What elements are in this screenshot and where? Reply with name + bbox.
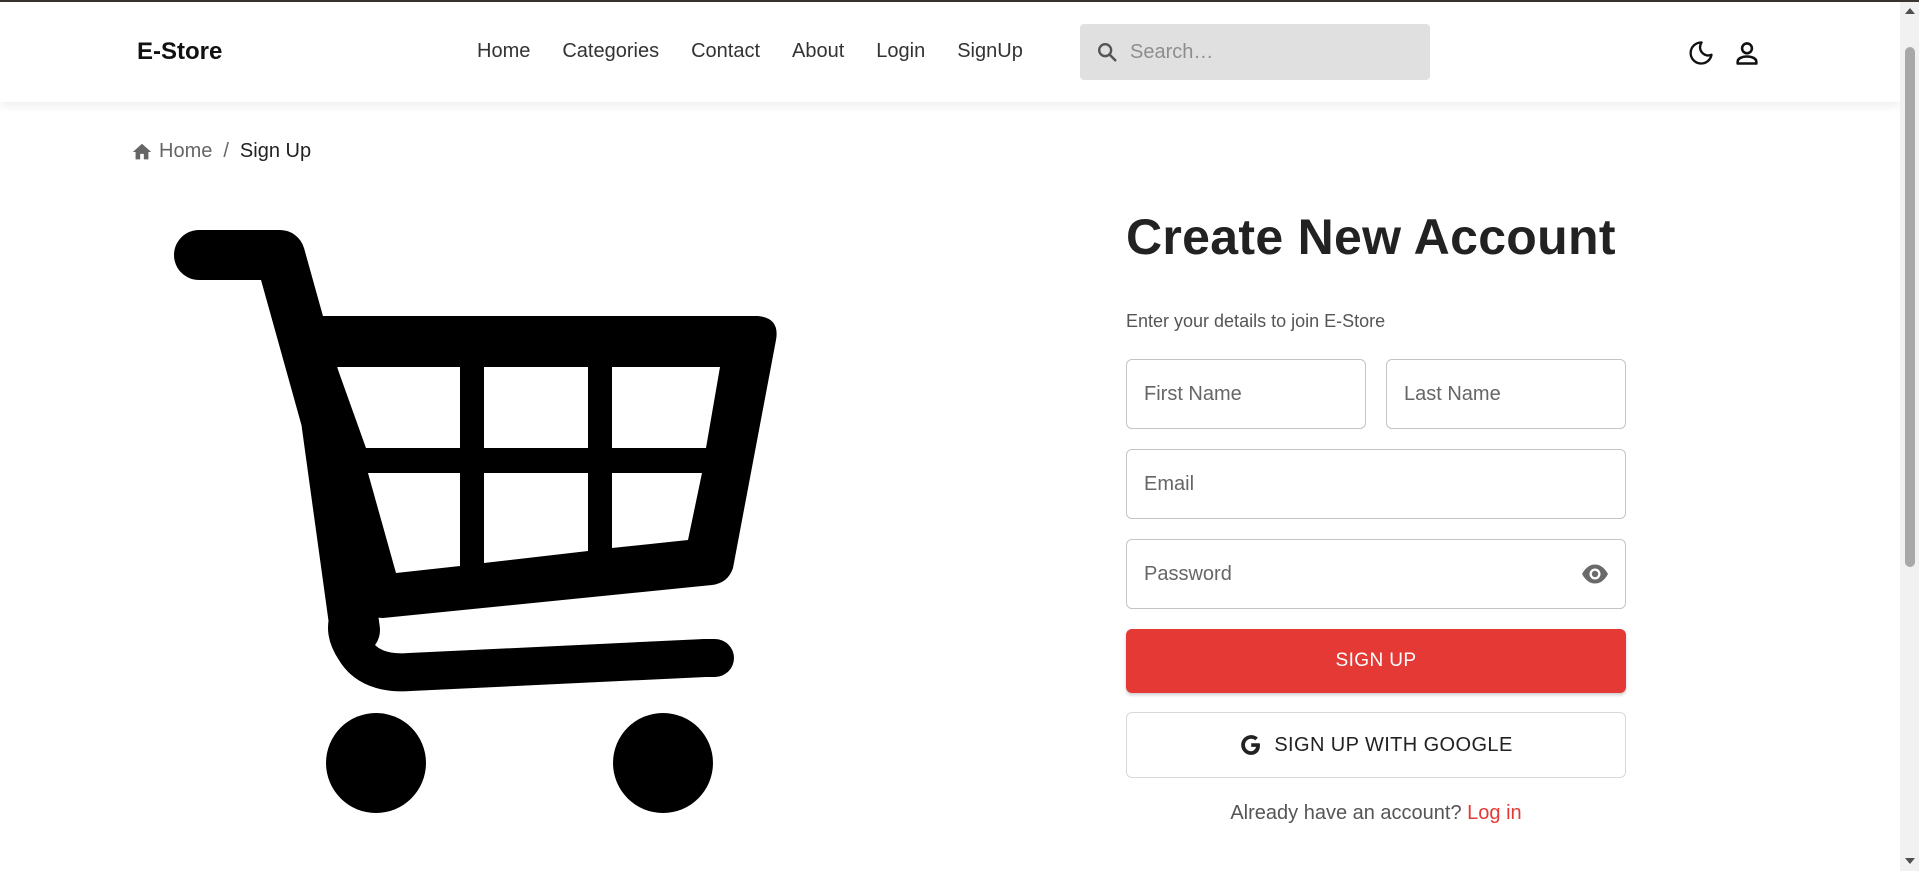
form-subtitle: Enter your details to join E-Store	[1126, 311, 1386, 331]
search-icon	[1098, 43, 1117, 62]
breadcrumb: Home / Sign Up	[131, 140, 311, 163]
nav-link-signup[interactable]: SignUp	[957, 40, 1023, 63]
hero-image	[160, 220, 800, 845]
nav-link-categories[interactable]: Categories	[562, 40, 659, 63]
breadcrumb-separator: /	[223, 140, 229, 162]
breadcrumb-current: Sign Up	[239, 140, 312, 162]
google-icon	[1241, 735, 1261, 755]
email-input[interactable]	[1127, 472, 1625, 496]
password-field[interactable]	[1126, 539, 1626, 609]
first-name-field[interactable]	[1126, 359, 1366, 429]
google-sign-up-label: SIGN UP WITH GOOGLE	[1274, 733, 1513, 756]
brand-logo[interactable]: E-Store	[137, 38, 222, 66]
search-input[interactable]	[1130, 40, 1410, 64]
nav-links: Home Categories Contact About Login Sign…	[477, 40, 1055, 63]
signup-form: Create New Account Enter your details to…	[1126, 208, 1626, 332]
nav-link-about[interactable]: About	[792, 40, 844, 63]
google-sign-up-button[interactable]: SIGN UP WITH GOOGLE	[1126, 712, 1626, 778]
toggle-password-visibility-button[interactable]	[1581, 562, 1609, 591]
nav-link-home[interactable]: Home	[477, 40, 530, 63]
sign-up-button[interactable]: SIGN UP	[1126, 629, 1626, 693]
scroll-down-arrow[interactable]	[1905, 858, 1915, 864]
page-title: Create New Account	[1126, 209, 1616, 265]
nav-link-contact[interactable]: Contact	[691, 40, 760, 63]
login-prompt-text: Already have an account?	[1230, 802, 1462, 824]
moon-icon	[1689, 41, 1713, 65]
top-navbar: E-Store Home Categories Contact About Lo…	[0, 2, 1900, 102]
vertical-scrollbar[interactable]	[1900, 2, 1919, 871]
login-link[interactable]: Log in	[1467, 802, 1522, 824]
theme-toggle-button[interactable]	[1686, 38, 1716, 68]
email-field[interactable]	[1126, 449, 1626, 519]
eye-icon	[1582, 564, 1608, 584]
login-prompt: Already have an account? Log in	[1126, 802, 1626, 825]
password-input[interactable]	[1127, 562, 1547, 586]
user-icon	[1736, 42, 1758, 65]
last-name-field[interactable]	[1386, 359, 1626, 429]
scrollbar-thumb[interactable]	[1905, 47, 1915, 567]
first-name-input[interactable]	[1127, 382, 1365, 406]
search-box[interactable]	[1080, 24, 1430, 80]
account-button[interactable]	[1732, 38, 1762, 68]
home-icon	[132, 143, 152, 159]
breadcrumb-home-link[interactable]: Home	[159, 140, 212, 163]
scroll-up-arrow[interactable]	[1905, 8, 1915, 14]
last-name-input[interactable]	[1387, 382, 1625, 406]
nav-link-login[interactable]: Login	[876, 40, 925, 63]
shopping-cart-icon	[174, 230, 777, 813]
